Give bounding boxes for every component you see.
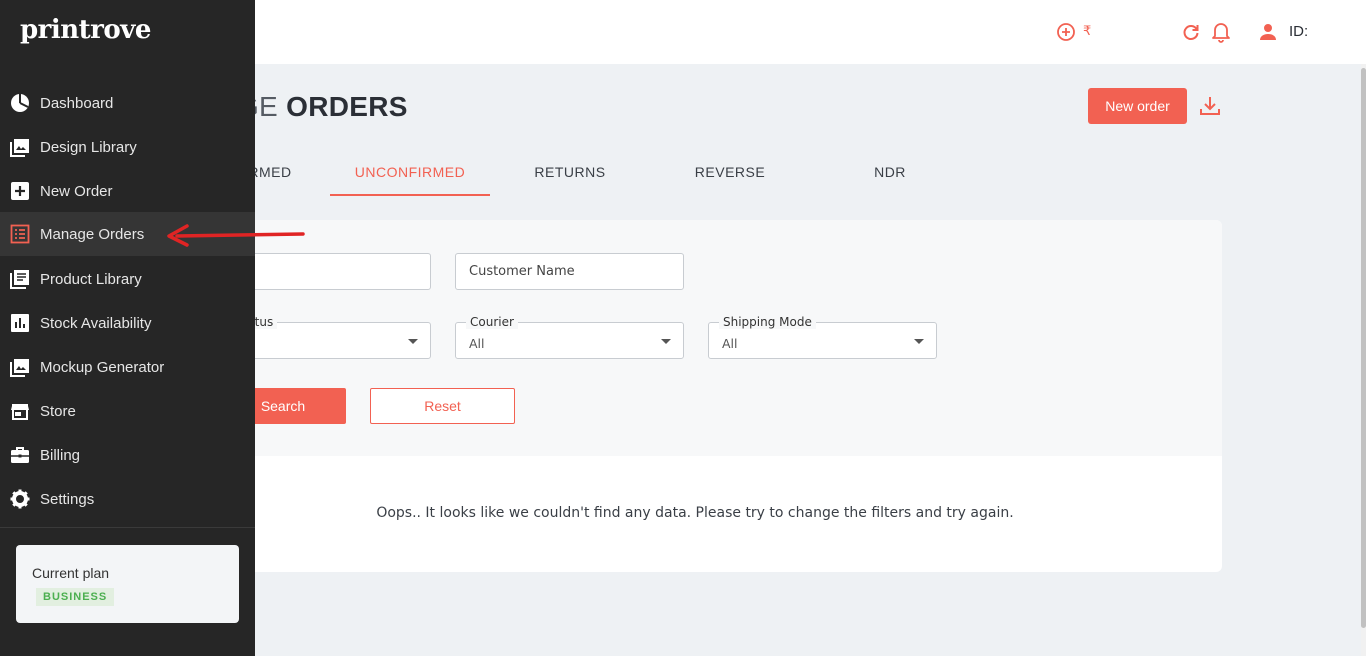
sidebar-item-label: Product Library <box>40 271 142 288</box>
sidebar-item-label: Design Library <box>40 139 137 156</box>
sidebar-item-label: New Order <box>40 183 113 200</box>
brand-logo[interactable]: printrove <box>20 15 151 45</box>
sidebar-item-label: Billing <box>40 447 81 464</box>
sidebar-item-label: Dashboard <box>40 95 114 112</box>
briefcase-icon <box>10 445 30 465</box>
refresh-icon[interactable] <box>1180 21 1202 43</box>
download-icon[interactable] <box>1198 94 1222 118</box>
sidebar-item-settings[interactable]: Settings <box>0 477 255 521</box>
reset-button[interactable]: Reset <box>370 388 515 424</box>
image-icon <box>10 357 30 377</box>
bell-icon[interactable] <box>1210 21 1232 43</box>
add-funds-icon[interactable] <box>1055 21 1077 43</box>
shipping-mode-label: Shipping Mode <box>719 315 816 329</box>
plan-badge: BUSINESS <box>36 588 115 606</box>
sidebar-item-design-library[interactable]: Design Library <box>0 125 255 169</box>
list-icon <box>10 224 30 244</box>
user-icon[interactable] <box>1257 21 1279 43</box>
user-id-label: ID: <box>1289 23 1309 40</box>
courier-value: All <box>469 336 485 351</box>
page-scrollbar[interactable] <box>1361 64 1366 656</box>
new-order-button[interactable]: New order <box>1088 88 1187 124</box>
chevron-down-icon <box>914 339 924 344</box>
customer-name-placeholder: Customer Name <box>469 264 575 279</box>
sidebar-item-label: Stock Availability <box>40 315 152 332</box>
current-plan-label: Current plan <box>32 565 110 581</box>
sidebar-item-label: Manage Orders <box>40 226 145 243</box>
sidebar-item-store[interactable]: Store <box>0 389 255 433</box>
sidebar-item-billing[interactable]: Billing <box>0 433 255 477</box>
gear-icon <box>10 489 30 509</box>
chevron-down-icon <box>408 339 418 344</box>
bar-chart-icon <box>10 313 30 333</box>
sidebar-item-stock-availability[interactable]: Stock Availability <box>0 301 255 345</box>
library-icon <box>10 269 30 289</box>
sidebar: printrove Dashboard Design Library New O… <box>0 0 255 656</box>
sidebar-item-label: Mockup Generator <box>40 359 165 376</box>
store-icon <box>10 401 30 421</box>
empty-state-message: Oops.. It looks like we couldn't find an… <box>376 505 1014 521</box>
tab-unconfirmed[interactable]: UNCONFIRMED <box>330 164 490 196</box>
sidebar-divider <box>0 527 255 528</box>
courier-label: Courier <box>466 315 518 329</box>
courier-select[interactable]: Courier All <box>455 315 684 359</box>
tab-ndr[interactable]: NDR <box>810 164 970 196</box>
sidebar-item-new-order[interactable]: New Order <box>0 169 255 213</box>
page-title-bold: ORDERS <box>286 91 408 122</box>
shipping-mode-value: All <box>722 336 738 351</box>
plus-box-icon <box>10 181 30 201</box>
sidebar-item-label: Settings <box>40 491 95 508</box>
sidebar-item-mockup-generator[interactable]: Mockup Generator <box>0 345 255 389</box>
customer-name-input[interactable]: Customer Name <box>455 253 684 290</box>
annotation-arrow-icon <box>167 224 305 247</box>
current-plan-card: Current plan BUSINESS <box>16 545 239 623</box>
image-icon <box>10 137 30 157</box>
sidebar-item-product-library[interactable]: Product Library <box>0 257 255 301</box>
tab-reverse[interactable]: REVERSE <box>650 164 810 196</box>
pie-chart-icon <box>10 93 30 113</box>
sidebar-item-label: Store <box>40 403 76 420</box>
wallet-balance: ₹ <box>1083 23 1092 38</box>
scrollbar-thumb[interactable] <box>1361 68 1366 628</box>
tab-returns[interactable]: RETURNS <box>490 164 650 196</box>
shipping-mode-select[interactable]: Shipping Mode All <box>708 315 937 359</box>
chevron-down-icon <box>661 339 671 344</box>
sidebar-item-dashboard[interactable]: Dashboard <box>0 81 255 125</box>
